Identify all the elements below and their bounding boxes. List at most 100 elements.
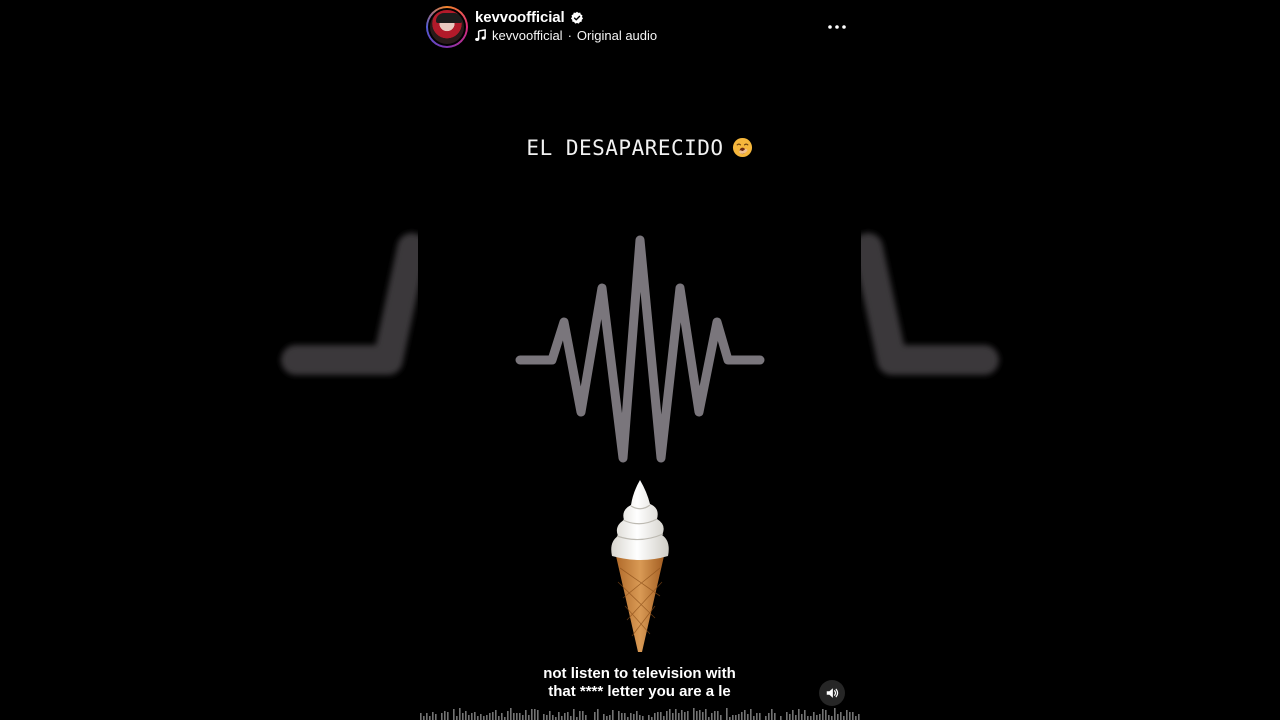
visualizer-bar	[642, 716, 644, 720]
captions: not listen to television with that **** …	[418, 665, 861, 701]
visualizer-bar	[549, 711, 551, 720]
visualizer-bar	[636, 711, 638, 720]
visualizer-bar	[477, 716, 479, 720]
visualizer-bar	[696, 711, 698, 720]
audio-link[interactable]: kevvoofficial · Original audio	[474, 28, 657, 43]
visualizer-bar	[528, 715, 530, 720]
ice-cream-image	[611, 480, 669, 652]
visualizer-bar	[843, 716, 845, 720]
visualizer-bar	[720, 715, 722, 720]
visualizer-bar	[795, 715, 797, 720]
visualizer-bar	[846, 710, 848, 720]
visualizer-bar	[840, 712, 842, 720]
visualizer-bar	[711, 713, 713, 720]
yawning-face-icon	[732, 137, 753, 158]
visualizer-bar	[426, 713, 428, 720]
visualizer-bar	[657, 712, 659, 720]
visualizer-bar	[693, 708, 695, 720]
visualizer-bar	[486, 715, 488, 720]
visualizer-bar	[654, 713, 656, 720]
visualizer-bar	[546, 715, 548, 720]
visualizer-bar	[462, 713, 464, 720]
visualizer-bar	[660, 712, 662, 720]
visualizer-bar	[630, 713, 632, 720]
visualizer-bar	[747, 714, 749, 720]
visualizer-bar	[801, 714, 803, 720]
visualizer-bar	[516, 713, 518, 720]
visualizer-bar	[714, 711, 716, 720]
avatar[interactable]	[426, 6, 468, 48]
visualizer-bar	[852, 712, 854, 720]
visualizer-bar	[453, 709, 455, 720]
username[interactable]: kevvoofficial	[475, 9, 565, 26]
visualizer-bar	[819, 714, 821, 720]
music-note-icon	[474, 29, 487, 42]
visualizer-bar	[687, 711, 689, 720]
visualizer-bar	[561, 716, 563, 720]
visualizer-bar	[567, 712, 569, 720]
visualizer-bar	[804, 710, 806, 720]
overlay-title-text: EL DESAPARECIDO	[526, 136, 724, 160]
overlay-title: EL DESAPARECIDO	[418, 136, 861, 160]
visualizer-bar	[672, 713, 674, 720]
visualizer-bar	[744, 710, 746, 720]
visualizer-bar	[717, 711, 719, 720]
visualizer-bar	[465, 711, 467, 720]
visualizer-bar	[834, 708, 836, 720]
visualizer-bar	[774, 713, 776, 720]
visualizer-bar	[855, 716, 857, 720]
visualizer-bar	[684, 712, 686, 720]
visualizer-bar	[435, 714, 437, 720]
more-options-icon	[828, 25, 846, 29]
visualizer-bar	[621, 713, 623, 720]
volume-button[interactable]	[819, 680, 845, 706]
visualizer-bar	[702, 712, 704, 720]
visualizer-bar	[525, 710, 527, 720]
visualizer-bar	[648, 715, 650, 720]
visualizer-bar	[825, 710, 827, 720]
visualizer-bar	[831, 716, 833, 720]
visualizer-bar	[492, 712, 494, 720]
visualizer-bar	[429, 716, 431, 720]
visualizer-bar	[489, 713, 491, 720]
visualizer-bar	[618, 711, 620, 720]
visualizer-bar	[810, 716, 812, 720]
visualizer-bar	[756, 713, 758, 720]
visualizer-bar	[441, 713, 443, 720]
visualizer-bar	[849, 712, 851, 720]
visualizer-bar	[513, 713, 515, 720]
visualizer-bar	[498, 716, 500, 720]
visualizer-bar	[510, 708, 512, 720]
audio-title: Original audio	[576, 28, 658, 43]
visualizer-bar	[495, 710, 497, 720]
visualizer-bar	[531, 709, 533, 720]
visualizer-bar	[459, 708, 461, 720]
visualizer-bar	[552, 715, 554, 720]
visualizer-bar	[789, 714, 791, 720]
visualizer-bar	[681, 710, 683, 720]
visualizer-bar	[444, 711, 446, 720]
visualizer-bar	[816, 715, 818, 720]
reel-header: kevvoofficial kevvoofficial · Original a…	[426, 6, 856, 50]
more-options-button[interactable]	[825, 15, 849, 39]
audio-visualizer	[420, 708, 860, 720]
visualizer-bar	[597, 709, 599, 720]
visualizer-bar	[456, 716, 458, 720]
visualizer-bar	[753, 716, 755, 720]
visualizer-bar	[483, 716, 485, 720]
caption-line-1: not listen to television with	[543, 665, 736, 682]
visualizer-bar	[606, 716, 608, 720]
visualizer-bar	[420, 713, 422, 720]
visualizer-bar	[666, 711, 668, 720]
visualizer-bar	[564, 713, 566, 720]
waveform-graphic	[515, 235, 765, 463]
visualizer-bar	[726, 708, 728, 720]
visualizer-bar	[501, 713, 503, 720]
visualizer-bar	[741, 712, 743, 720]
visualizer-bar	[474, 712, 476, 720]
visualizer-bar	[534, 709, 536, 720]
visualizer-bar	[765, 716, 767, 720]
visualizer-bar	[639, 715, 641, 720]
audio-owner: kevvoofficial	[492, 28, 563, 43]
visualizer-bar	[813, 712, 815, 720]
